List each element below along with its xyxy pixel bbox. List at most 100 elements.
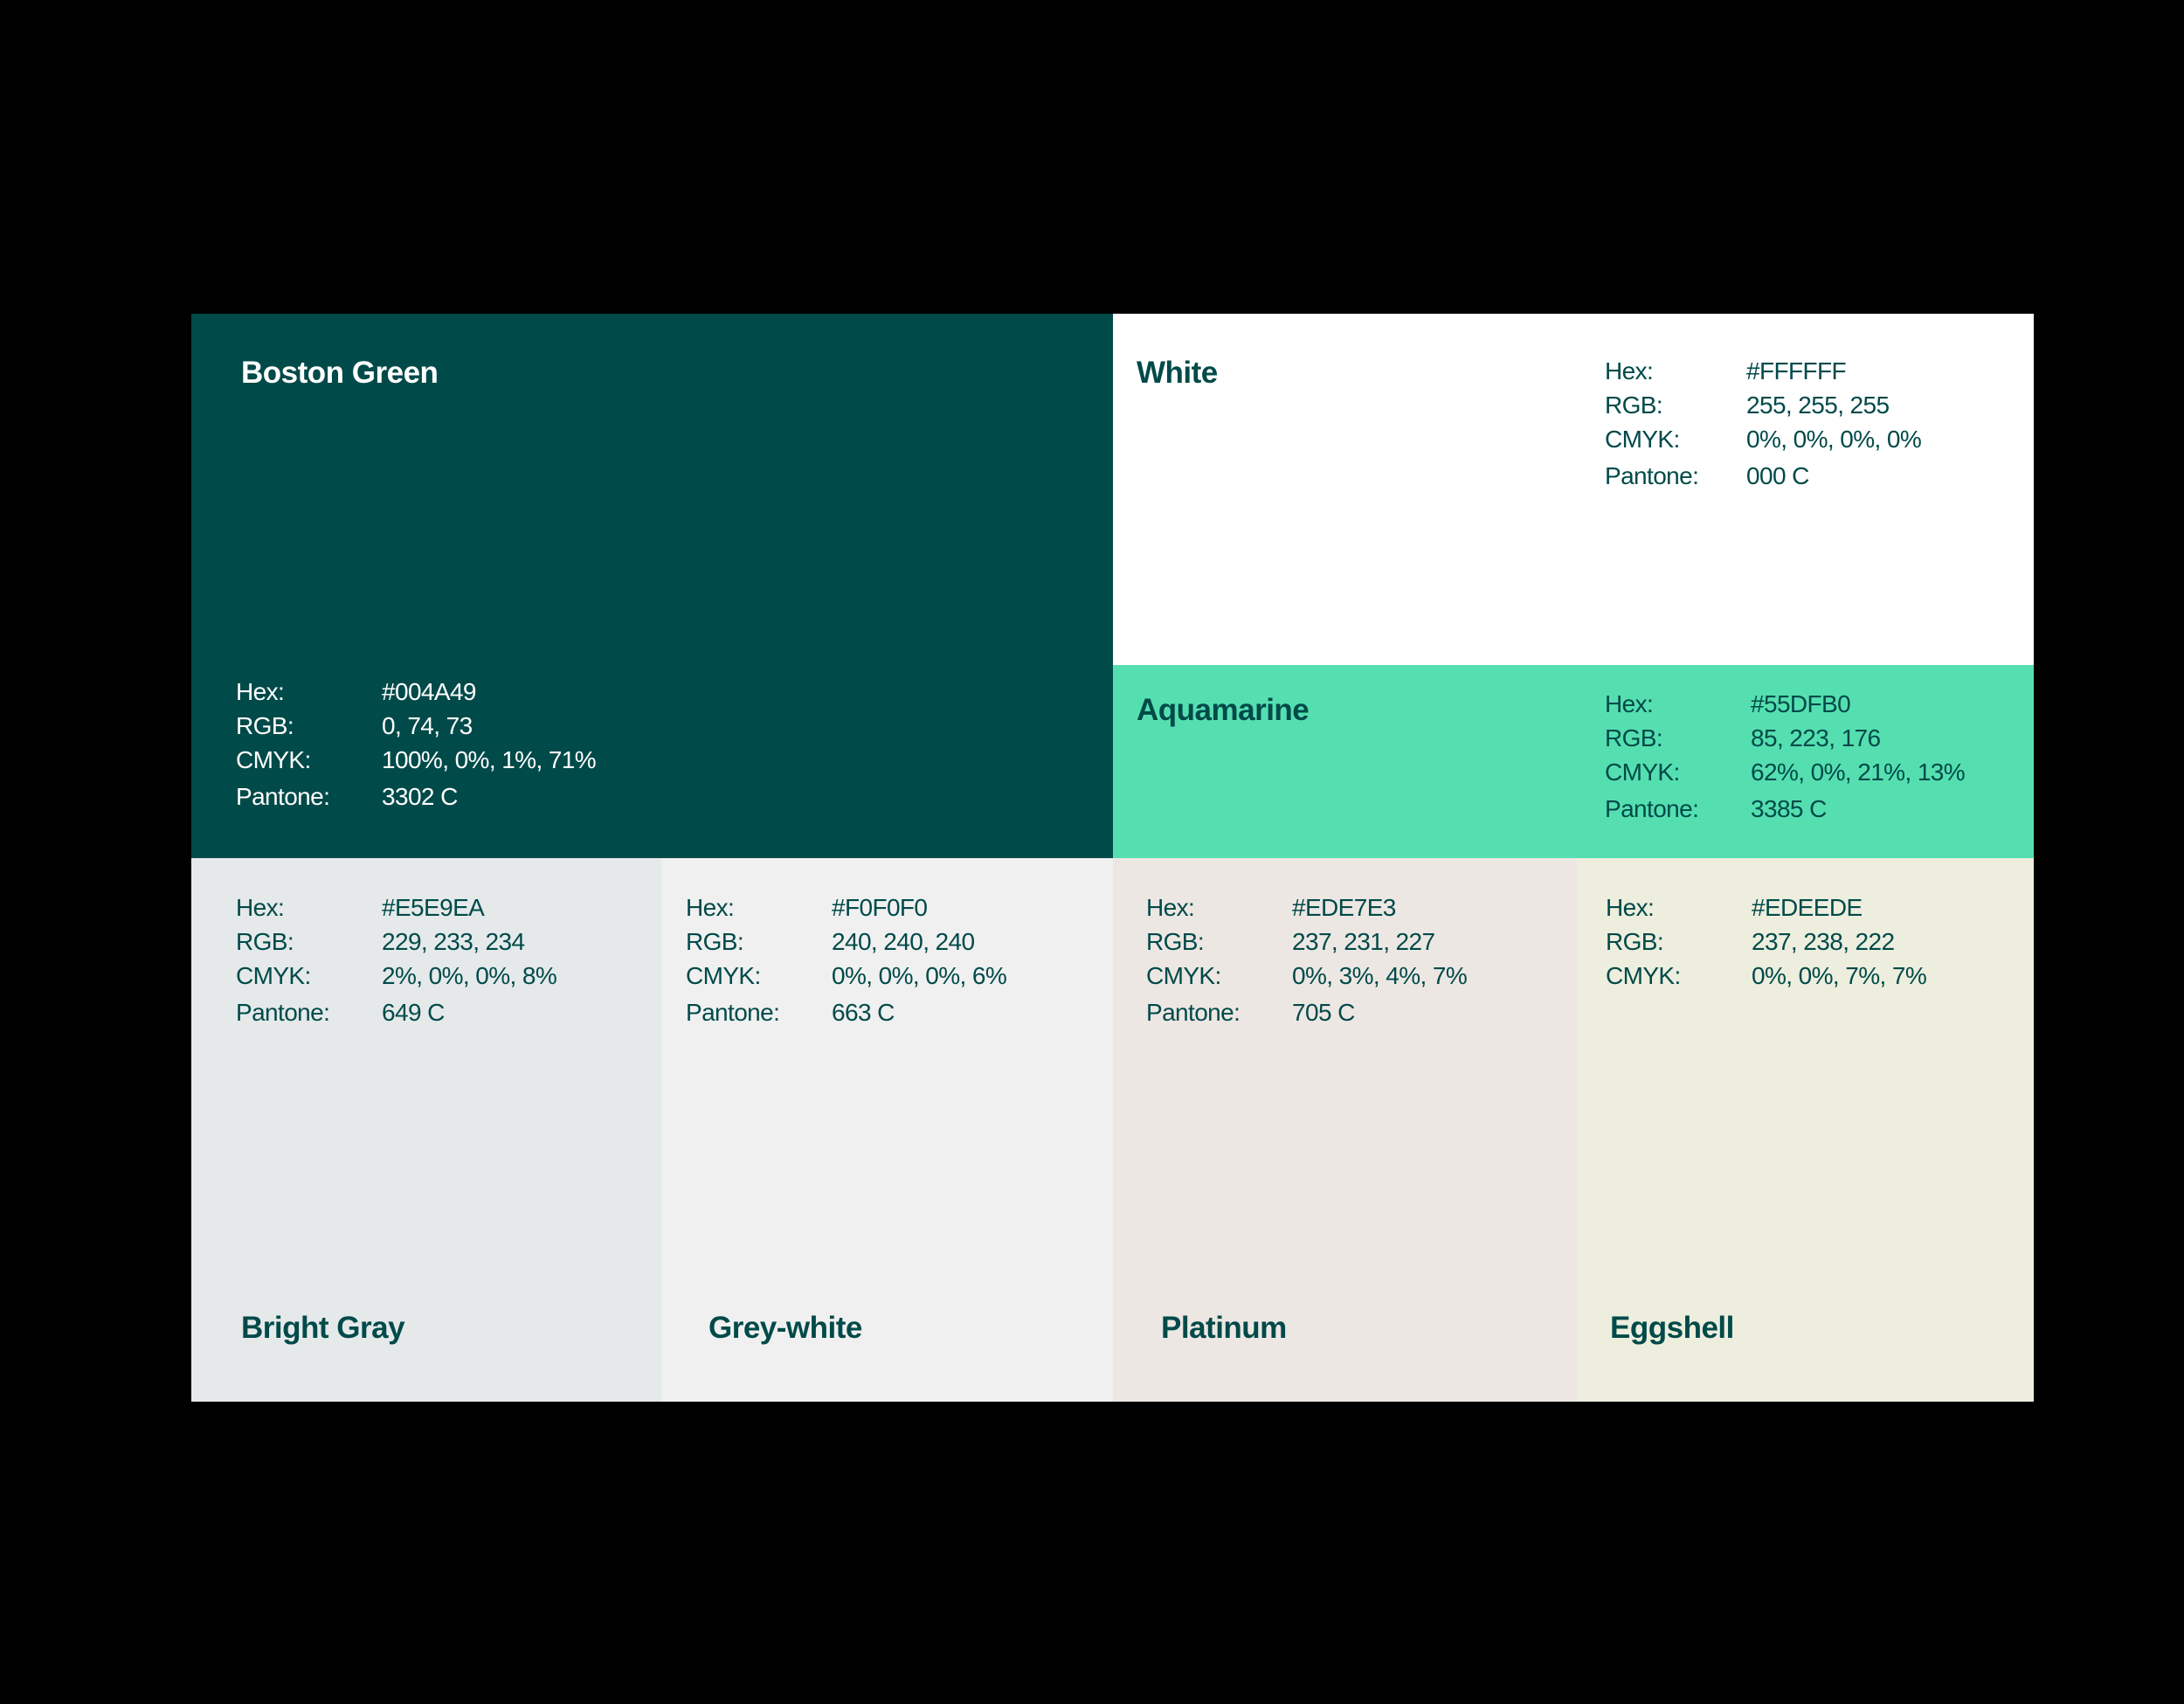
spec-row-rgb: RGB: 85, 223, 176 xyxy=(1605,721,1965,755)
spec-row-hex: Hex: #F0F0F0 xyxy=(686,890,1006,925)
spec-value: #EDEEDE xyxy=(1752,894,1863,921)
spec-row-pantone: Pantone: 3385 C xyxy=(1605,792,1965,826)
spec-row-cmyk: CMYK: 0%, 0%, 0%, 6% xyxy=(686,959,1007,993)
color-specs: Hex: #004A49 RGB: 0, 74, 73 CMYK: 100%, … xyxy=(236,675,597,814)
spec-value: 0, 74, 73 xyxy=(382,712,473,739)
spec-value: 237, 231, 227 xyxy=(1292,928,1435,955)
spec-row-pantone: Pantone: 705 C xyxy=(1146,995,1467,1029)
spec-label: Pantone: xyxy=(236,783,330,810)
swatch-name: Eggshell xyxy=(1610,1311,1734,1345)
spec-value: 240, 240, 240 xyxy=(832,928,975,955)
spec-value: 0%, 3%, 4%, 7% xyxy=(1292,962,1468,989)
spec-row-rgb: RGB: 0, 74, 73 xyxy=(236,709,596,743)
spec-value: #FFFFFF xyxy=(1746,357,1847,384)
spec-row-hex: Hex: #EDE7E3 xyxy=(1146,890,1467,925)
spec-label: RGB: xyxy=(236,928,294,955)
spec-label: RGB: xyxy=(1606,928,1664,955)
spec-label: Hex: xyxy=(1606,894,1655,921)
spec-value: 0%, 0%, 0%, 0% xyxy=(1746,426,1922,453)
spec-row-cmyk: CMYK: 2%, 0%, 0%, 8% xyxy=(236,959,557,993)
swatch-eggshell: Hex: #EDEEDE RGB: 237, 238, 222 CMYK: 0%… xyxy=(1577,858,2034,1402)
spec-value: #EDE7E3 xyxy=(1292,894,1396,921)
swatch-name: Boston Green xyxy=(241,356,439,390)
spec-label: CMYK: xyxy=(1605,758,1680,786)
swatch-bright-gray: Hex: #E5E9EA RGB: 229, 233, 234 CMYK: 2%… xyxy=(191,858,661,1402)
spec-label: RGB: xyxy=(236,712,294,739)
swatch-grey-white: Hex: #F0F0F0 RGB: 240, 240, 240 CMYK: 0%… xyxy=(661,858,1113,1402)
spec-label: Pantone: xyxy=(1605,462,1699,489)
spec-row-rgb: RGB: 240, 240, 240 xyxy=(686,925,1006,959)
spec-row-hex: Hex: #EDEEDE xyxy=(1606,890,1926,925)
spec-label: Hex: xyxy=(236,678,285,705)
spec-label: CMYK: xyxy=(1605,426,1680,453)
spec-label: Pantone: xyxy=(1146,999,1241,1026)
spec-label: RGB: xyxy=(686,928,744,955)
spec-label: CMYK: xyxy=(236,962,311,989)
spec-label: RGB: xyxy=(1605,391,1663,419)
spec-value: 237, 238, 222 xyxy=(1752,928,1895,955)
swatch-name: Grey-white xyxy=(708,1311,862,1345)
swatch-platinum: Hex: #EDE7E3 RGB: 237, 231, 227 CMYK: 0%… xyxy=(1113,858,1577,1402)
spec-value: 663 C xyxy=(832,999,895,1026)
swatch-name: Platinum xyxy=(1161,1311,1287,1345)
color-specs: Hex: #F0F0F0 RGB: 240, 240, 240 CMYK: 0%… xyxy=(686,890,1007,1029)
spec-row-hex: Hex: #004A49 xyxy=(236,675,596,709)
color-specs: Hex: #EDEEDE RGB: 237, 238, 222 CMYK: 0%… xyxy=(1606,890,1927,993)
spec-label: CMYK: xyxy=(236,746,311,773)
color-specs: Hex: #E5E9EA RGB: 229, 233, 234 CMYK: 2%… xyxy=(236,890,557,1029)
spec-value: #55DFB0 xyxy=(1751,690,1851,717)
spec-label: CMYK: xyxy=(686,962,761,989)
spec-label: Hex: xyxy=(1605,357,1654,384)
spec-value: 255, 255, 255 xyxy=(1746,391,1890,419)
spec-value: 649 C xyxy=(382,999,445,1026)
spec-row-rgb: RGB: 229, 233, 234 xyxy=(236,925,556,959)
spec-value: 705 C xyxy=(1292,999,1355,1026)
swatch-boston-green: Boston Green Hex: #004A49 RGB: 0, 74, 73… xyxy=(191,314,1113,858)
spec-row-pantone: Pantone: 3302 C xyxy=(236,779,596,814)
spec-row-cmyk: CMYK: 0%, 0%, 0%, 0% xyxy=(1605,422,1922,456)
spec-row-cmyk: CMYK: 100%, 0%, 1%, 71% xyxy=(236,743,597,777)
spec-label: CMYK: xyxy=(1606,962,1681,989)
spec-label: Pantone: xyxy=(236,999,330,1026)
spec-label: Pantone: xyxy=(686,999,780,1026)
spec-row-pantone: Pantone: 663 C xyxy=(686,995,1006,1029)
swatch-aquamarine: Aquamarine Hex: #55DFB0 RGB: 85, 223, 17… xyxy=(1113,665,2034,858)
spec-value: 3302 C xyxy=(382,783,458,810)
spec-value: #E5E9EA xyxy=(382,894,485,921)
spec-row-hex: Hex: #55DFB0 xyxy=(1605,687,1965,721)
color-palette: Boston Green Hex: #004A49 RGB: 0, 74, 73… xyxy=(191,314,2034,1402)
color-specs: Hex: #FFFFFF RGB: 255, 255, 255 CMYK: 0%… xyxy=(1605,354,1922,493)
spec-value: 0%, 0%, 7%, 7% xyxy=(1752,962,1927,989)
spec-row-hex: Hex: #E5E9EA xyxy=(236,890,556,925)
spec-value: 0%, 0%, 0%, 6% xyxy=(832,962,1007,989)
spec-row-pantone: Pantone: 000 C xyxy=(1605,459,1921,493)
spec-label: RGB: xyxy=(1146,928,1205,955)
spec-value: 2%, 0%, 0%, 8% xyxy=(382,962,557,989)
spec-row-hex: Hex: #FFFFFF xyxy=(1605,354,1921,388)
swatch-name: Bright Gray xyxy=(241,1311,405,1345)
spec-value: 100%, 0%, 1%, 71% xyxy=(382,746,597,773)
spec-row-rgb: RGB: 255, 255, 255 xyxy=(1605,388,1921,422)
spec-value: 3385 C xyxy=(1751,795,1827,822)
spec-value: #004A49 xyxy=(382,678,477,705)
spec-value: #F0F0F0 xyxy=(832,894,928,921)
spec-value: 000 C xyxy=(1746,462,1809,489)
spec-row-pantone: Pantone: 649 C xyxy=(236,995,556,1029)
spec-value: 229, 233, 234 xyxy=(382,928,525,955)
swatch-name: Aquamarine xyxy=(1137,693,1310,727)
swatch-name: White xyxy=(1137,356,1218,390)
spec-value: 62%, 0%, 21%, 13% xyxy=(1751,758,1966,786)
spec-label: Hex: xyxy=(236,894,285,921)
spec-label: Hex: xyxy=(1146,894,1195,921)
spec-label: RGB: xyxy=(1605,724,1663,752)
spec-label: Hex: xyxy=(686,894,735,921)
spec-label: Hex: xyxy=(1605,690,1654,717)
swatch-white: White Hex: #FFFFFF RGB: 255, 255, 255 CM… xyxy=(1113,314,2034,665)
color-specs: Hex: #55DFB0 RGB: 85, 223, 176 CMYK: 62%… xyxy=(1605,687,1966,826)
spec-value: 85, 223, 176 xyxy=(1751,724,1881,752)
spec-label: CMYK: xyxy=(1146,962,1221,989)
spec-row-rgb: RGB: 237, 238, 222 xyxy=(1606,925,1926,959)
spec-label: Pantone: xyxy=(1605,795,1699,822)
color-specs: Hex: #EDE7E3 RGB: 237, 231, 227 CMYK: 0%… xyxy=(1146,890,1468,1029)
spec-row-cmyk: CMYK: 62%, 0%, 21%, 13% xyxy=(1605,755,1966,789)
